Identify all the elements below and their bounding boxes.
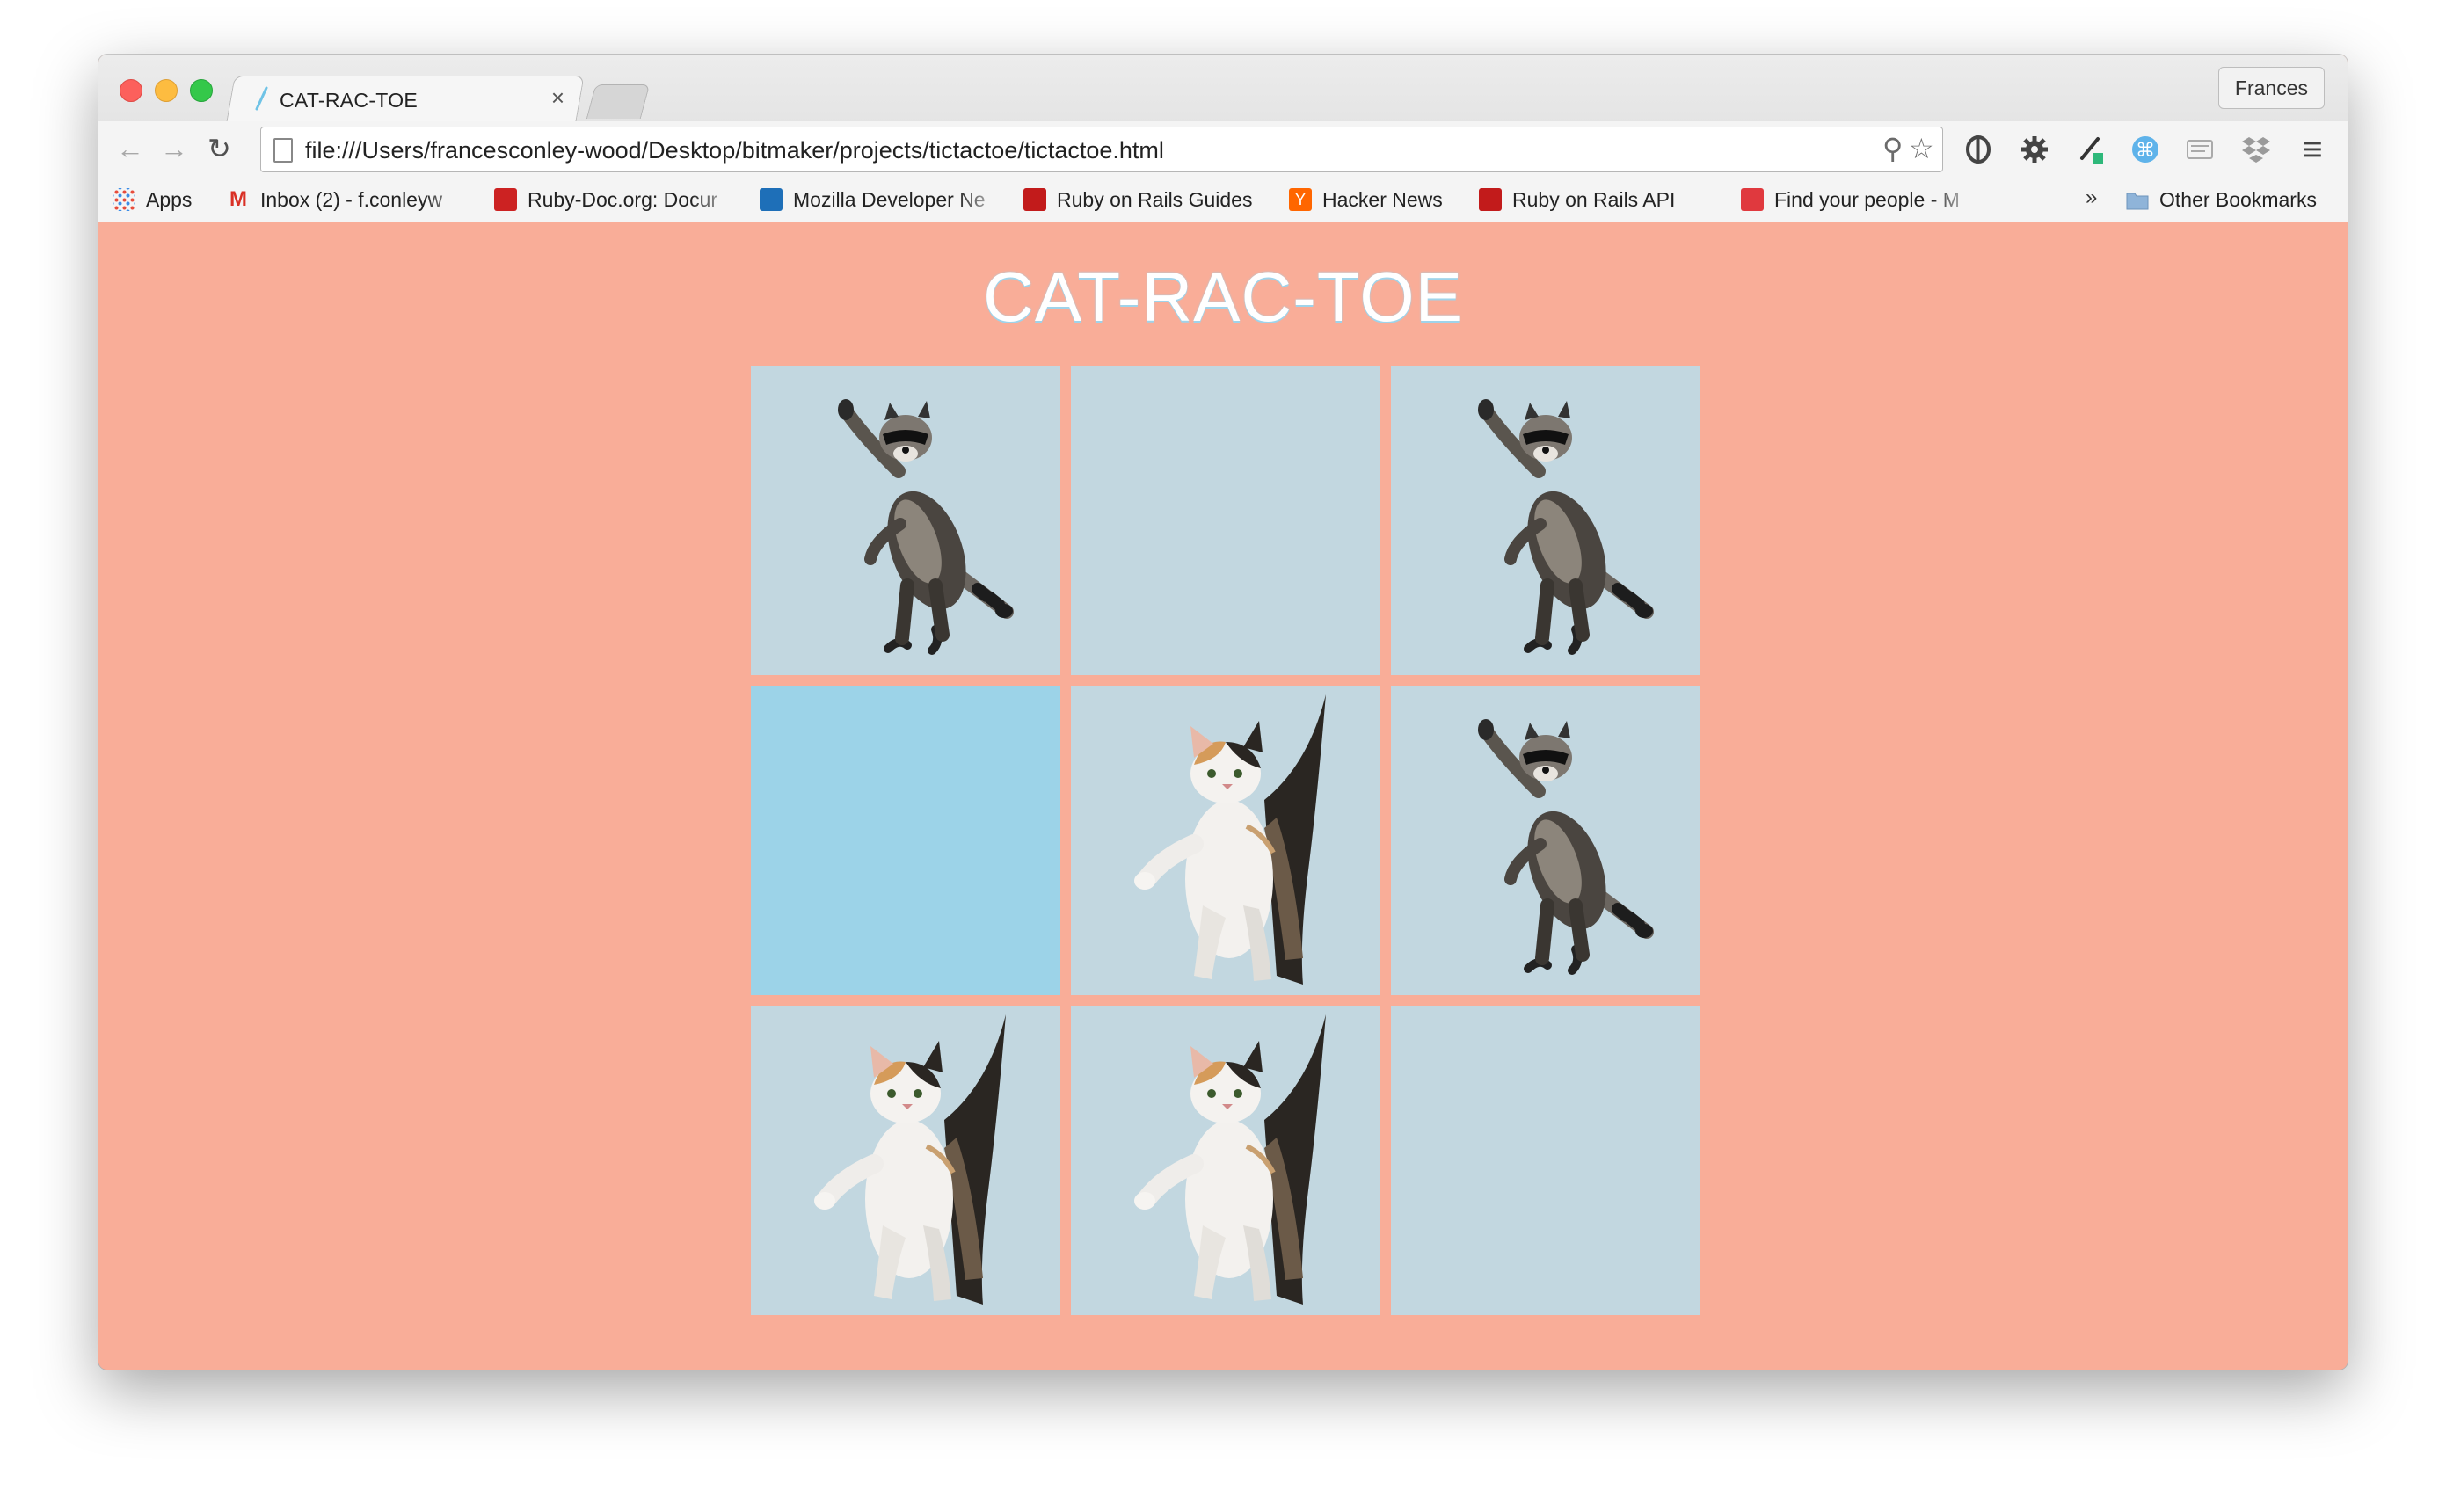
active-tab[interactable]: CAT-RAC-TOE × bbox=[239, 76, 573, 121]
page-content: CAT-RAC-TOE bbox=[98, 222, 2348, 1370]
forward-arrow-icon[interactable]: → bbox=[160, 134, 188, 164]
ghostery-icon[interactable] bbox=[1962, 134, 1994, 165]
toolbar: ← → ↻ file:///Users/francesconley-wood/D… bbox=[98, 121, 2348, 176]
bookmark-item[interactable]: Ruby on Rails API bbox=[1479, 185, 1725, 214]
board-cell[interactable] bbox=[1071, 366, 1380, 675]
raccoon-piece-icon bbox=[838, 399, 1014, 655]
back-arrow-icon[interactable]: ← bbox=[116, 134, 144, 164]
cat-piece-icon bbox=[814, 1014, 1006, 1305]
cat-piece-icon bbox=[1134, 694, 1326, 985]
board-cell[interactable] bbox=[751, 686, 1060, 995]
svg-text:⌘: ⌘ bbox=[2136, 140, 2155, 162]
raccoon-piece-icon bbox=[1478, 399, 1654, 655]
close-window-button[interactable] bbox=[120, 79, 142, 102]
minimize-window-button[interactable] bbox=[155, 79, 178, 102]
gear-icon[interactable] bbox=[2019, 134, 2050, 165]
bookmark-star-icon[interactable]: ☆ bbox=[1909, 133, 1934, 164]
gmail-icon: M bbox=[229, 187, 247, 211]
ruby-icon bbox=[494, 188, 517, 211]
board-cell[interactable] bbox=[1071, 686, 1380, 995]
meetup-icon bbox=[1741, 188, 1764, 211]
bookmark-label: Hacker News bbox=[1322, 187, 1443, 211]
board-cell[interactable] bbox=[1071, 1006, 1380, 1315]
bookmarks-bar: » Other Bookmarks Apps M Inbox (2) - f.con… bbox=[98, 176, 2348, 222]
bookmark-item[interactable]: Ruby on Rails Guides bbox=[1023, 185, 1278, 214]
rails-icon bbox=[1023, 188, 1046, 211]
bookmark-label: Ruby on Rails API bbox=[1512, 187, 1676, 211]
folder-icon bbox=[2126, 193, 2149, 210]
bookmark-item[interactable]: Apps bbox=[113, 185, 200, 214]
bookmark-label: Find your people - M bbox=[1774, 187, 1960, 211]
pen-favicon-icon bbox=[255, 86, 268, 111]
bookmarks-overflow-icon[interactable]: » bbox=[2086, 183, 2097, 213]
bookmark-item[interactable]: Find your people - M bbox=[1741, 185, 1978, 214]
hn-icon: Y bbox=[1289, 188, 1312, 211]
bookmark-label: Ruby on Rails Guides bbox=[1057, 187, 1253, 211]
bookmark-label: Inbox (2) - f.conleyw bbox=[260, 187, 443, 211]
reload-icon[interactable]: ↻ bbox=[207, 134, 231, 164]
bookmark-label: Ruby-Doc.org: Docur bbox=[528, 187, 718, 211]
mdn-icon bbox=[760, 188, 783, 211]
browser-window: CAT-RAC-TOE × Frances ← → ↻ file:///User… bbox=[98, 55, 2348, 1370]
url-text[interactable]: file:///Users/francesconley-wood/Desktop… bbox=[305, 137, 1164, 164]
tab-close-icon[interactable]: × bbox=[551, 84, 564, 112]
other-bookmarks[interactable]: Other Bookmarks bbox=[2126, 185, 2317, 214]
raccoon-piece-icon bbox=[1478, 719, 1654, 975]
tab-title: CAT-RAC-TOE bbox=[280, 89, 419, 112]
board-cell[interactable] bbox=[751, 366, 1060, 675]
game-board bbox=[751, 366, 1700, 1315]
new-tab-button[interactable] bbox=[586, 84, 651, 119]
board-cell[interactable] bbox=[1391, 1006, 1700, 1315]
bookmark-item[interactable]: M Inbox (2) - f.conleyw bbox=[227, 185, 473, 214]
profile-button[interactable]: Frances bbox=[2217, 67, 2325, 109]
bookmark-label: Apps bbox=[146, 187, 193, 211]
address-bar[interactable]: file:///Users/francesconley-wood/Desktop… bbox=[260, 127, 1943, 172]
apps-grid-icon bbox=[113, 188, 135, 211]
zoom-icon[interactable]: ⚲ bbox=[1882, 133, 1903, 164]
page-icon bbox=[273, 138, 293, 163]
browser-chrome: CAT-RAC-TOE × Frances ← → ↻ file:///User… bbox=[98, 55, 2348, 222]
bookmark-item[interactable]: Y Hacker News bbox=[1289, 185, 1465, 214]
board-cell[interactable] bbox=[1391, 366, 1700, 675]
eyedropper-icon[interactable] bbox=[2075, 134, 2107, 165]
board-cell[interactable] bbox=[751, 1006, 1060, 1315]
other-bookmarks-label: Other Bookmarks bbox=[2159, 187, 2317, 211]
reader-icon[interactable] bbox=[2184, 134, 2216, 165]
rails-icon bbox=[1479, 188, 1502, 211]
title-bar: CAT-RAC-TOE × Frances bbox=[98, 55, 2348, 122]
bookmark-label: Mozilla Developer Ne bbox=[793, 187, 986, 211]
command-icon[interactable]: ⌘ bbox=[2129, 134, 2161, 165]
zoom-window-button[interactable] bbox=[190, 79, 213, 102]
page-title: CAT-RAC-TOE bbox=[983, 258, 1463, 336]
bookmark-item[interactable]: Ruby-Doc.org: Docur bbox=[494, 185, 740, 214]
menu-icon[interactable]: ≡ bbox=[2297, 132, 2328, 167]
cat-piece-icon bbox=[1134, 1014, 1326, 1305]
bookmark-item[interactable]: Mozilla Developer Ne bbox=[760, 185, 1006, 214]
dropbox-icon[interactable] bbox=[2240, 134, 2272, 165]
board-cell[interactable] bbox=[1391, 686, 1700, 995]
